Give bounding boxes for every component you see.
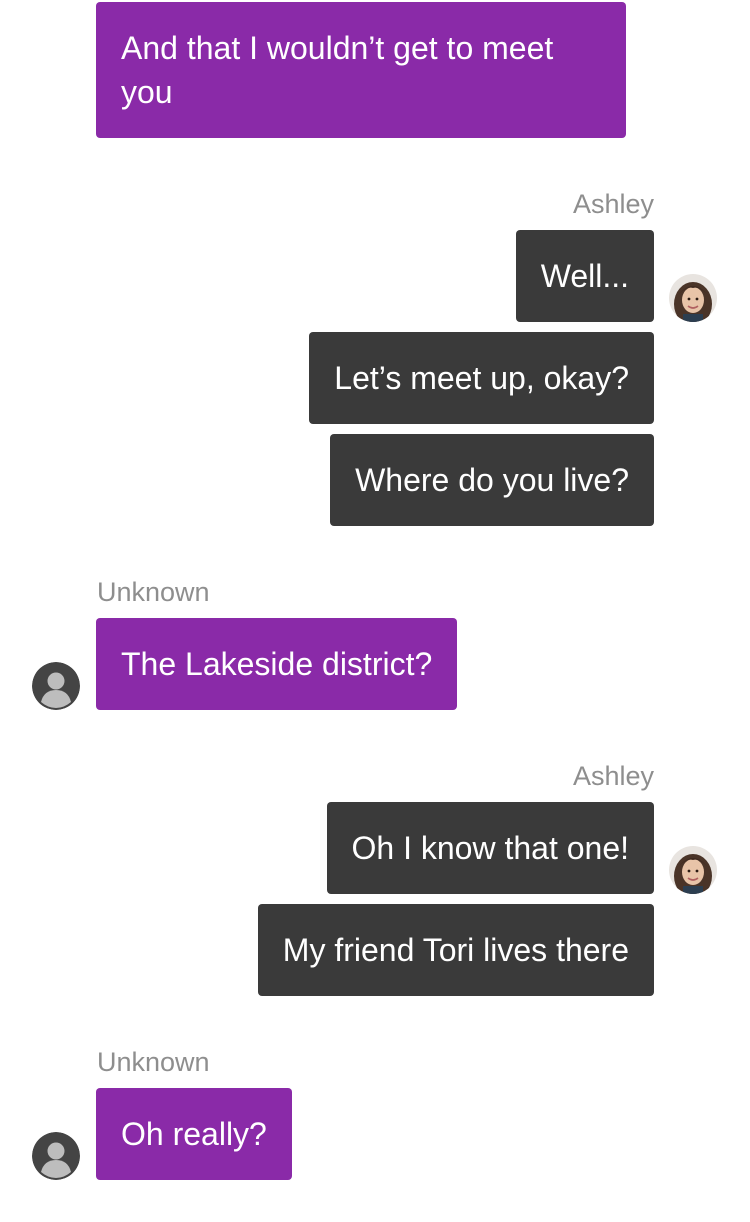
message-bubble-incoming[interactable]: The Lakeside district? <box>96 618 458 710</box>
unknown-avatar[interactable] <box>32 1132 80 1180</box>
message-text: Well... <box>540 258 629 294</box>
message-bubble-outgoing[interactable]: Well... <box>515 230 654 322</box>
avatar-photo-icon <box>669 274 717 322</box>
unknown-avatar[interactable] <box>32 662 80 710</box>
message-text: Oh really? <box>121 1116 267 1152</box>
chat-thread: And that I wouldn’t get to meet you Ashl… <box>0 0 750 1222</box>
message-bubble-incoming[interactable]: And that I wouldn’t get to meet you <box>96 2 626 138</box>
message-text: Oh I know that one! <box>351 830 630 866</box>
message-text: The Lakeside district? <box>121 646 433 682</box>
message-bubble-outgoing[interactable]: My friend Tori lives there <box>257 904 654 996</box>
message-text: My friend Tori lives there <box>282 932 629 968</box>
message-bubble-incoming[interactable]: Oh really? <box>96 1088 292 1180</box>
message-text: Let’s meet up, okay? <box>334 360 629 396</box>
default-user-icon <box>32 662 80 710</box>
sender-name-unknown: Unknown <box>97 1047 210 1077</box>
message-text: Where do you live? <box>355 462 629 498</box>
default-user-icon <box>32 1132 80 1180</box>
message-bubble-outgoing[interactable]: Where do you live? <box>330 434 654 526</box>
message-bubble-outgoing[interactable]: Let’s meet up, okay? <box>309 332 654 424</box>
sender-name-ashley: Ashley <box>572 761 654 791</box>
sender-name-unknown: Unknown <box>97 577 210 607</box>
ashley-avatar[interactable] <box>669 846 717 894</box>
avatar-photo-icon <box>669 846 717 894</box>
message-bubble-outgoing[interactable]: Oh I know that one! <box>326 802 654 894</box>
message-text: And that I wouldn’t get to meet you <box>121 30 554 110</box>
ashley-avatar[interactable] <box>669 274 717 322</box>
sender-name-ashley: Ashley <box>572 189 654 219</box>
